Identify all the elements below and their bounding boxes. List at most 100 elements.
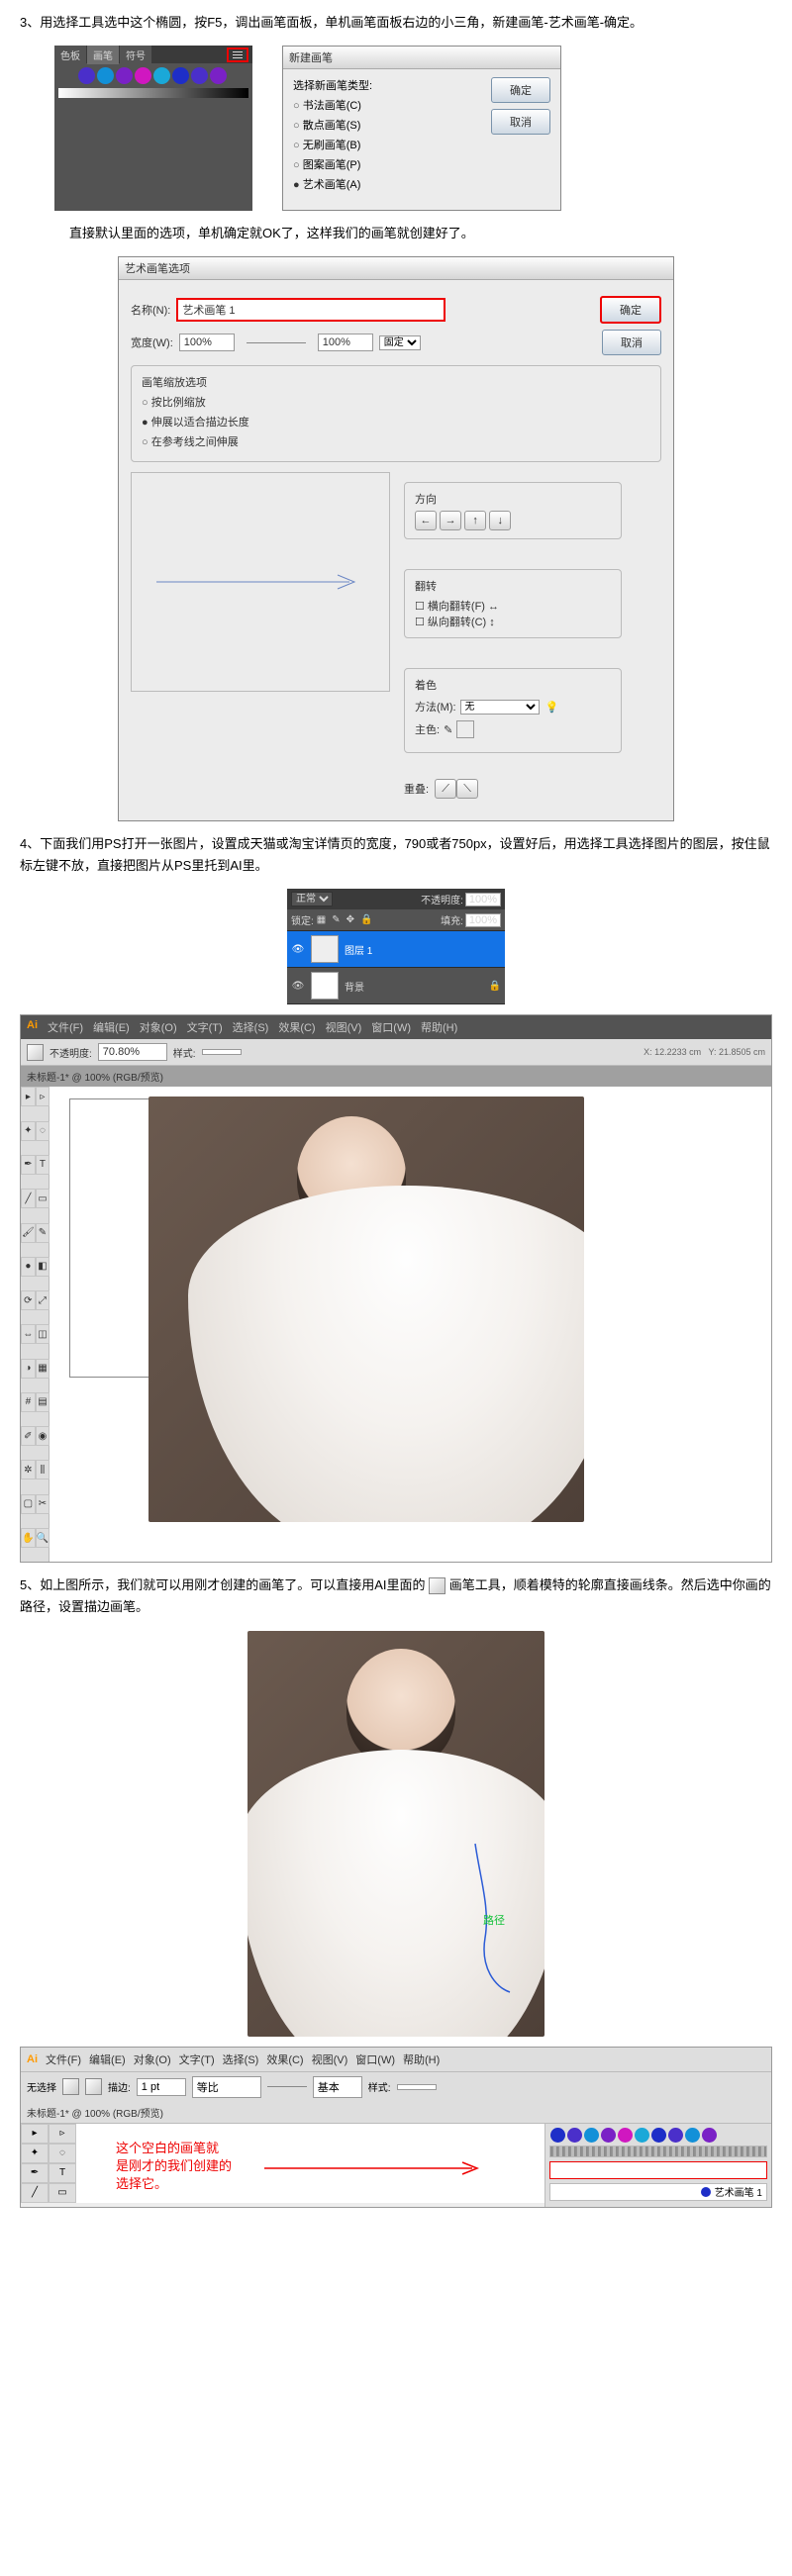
- mesh-tool-icon[interactable]: #: [21, 1392, 36, 1412]
- eyedropper-tool-icon[interactable]: ✐: [21, 1426, 36, 1446]
- dir-left-button[interactable]: ←: [415, 511, 437, 530]
- radio-stretch-guides[interactable]: 在参考线之间伸展: [142, 433, 650, 449]
- rotate-tool-icon[interactable]: ⟳: [21, 1290, 36, 1310]
- brush-swatch[interactable]: [567, 2128, 582, 2143]
- rect-tool-icon[interactable]: ▭: [49, 2183, 76, 2203]
- pen-tool-icon[interactable]: ✒: [21, 2163, 49, 2183]
- tab-brushes[interactable]: 画笔: [87, 46, 119, 64]
- brush-swatch[interactable]: [584, 2128, 599, 2143]
- gradient-tool-icon[interactable]: ▤: [36, 1392, 50, 1412]
- symbol-sprayer-tool-icon[interactable]: ✲: [21, 1460, 36, 1479]
- menu-select[interactable]: 选择(S): [233, 1019, 269, 1035]
- brush-swatch[interactable]: [153, 67, 170, 84]
- fill-input[interactable]: 100%: [465, 913, 501, 927]
- menu-edit[interactable]: 编辑(E): [93, 1019, 130, 1035]
- eraser-tool-icon[interactable]: ◧: [36, 1257, 50, 1277]
- brush-swatch[interactable]: [601, 2128, 616, 2143]
- pen-tool-icon[interactable]: ✒: [21, 1155, 36, 1175]
- brush-swatch[interactable]: [59, 67, 76, 84]
- tab-swatches[interactable]: 色板: [54, 46, 86, 64]
- type-tool-icon[interactable]: T: [49, 2163, 76, 2183]
- brush-def-dropdown[interactable]: 等比: [192, 2076, 261, 2098]
- dir-right-button[interactable]: →: [440, 511, 461, 530]
- flip-horizontal-checkbox[interactable]: 横向翻转(F): [415, 601, 485, 613]
- brush-name-input[interactable]: 艺术画笔 1: [176, 298, 446, 322]
- free-transform-tool-icon[interactable]: ◫: [36, 1324, 50, 1344]
- brush-name-row[interactable]: 艺术画笔 1: [549, 2183, 767, 2201]
- panel-menu-icon[interactable]: [227, 48, 248, 62]
- radio-scale-proportional[interactable]: 按比例缩放: [142, 394, 650, 410]
- perspective-tool-icon[interactable]: ▦: [36, 1359, 50, 1379]
- menu-help[interactable]: 帮助(H): [421, 1019, 457, 1035]
- overlap-option-1[interactable]: ⟋: [435, 779, 456, 799]
- width-slider[interactable]: [247, 342, 306, 343]
- zoom-tool-icon[interactable]: 🔍: [36, 1528, 50, 1548]
- brush-basic-dropdown[interactable]: 基本: [313, 2076, 362, 2098]
- selection-tool-icon[interactable]: ▸: [21, 1087, 36, 1106]
- pencil-tool-icon[interactable]: ✎: [36, 1223, 50, 1243]
- width-tool-icon[interactable]: ⇔: [21, 1324, 36, 1344]
- direct-select-tool-icon[interactable]: ▹: [49, 2124, 76, 2144]
- direct-select-tool-icon[interactable]: ▹: [36, 1087, 50, 1106]
- menu-window[interactable]: 窗口(W): [355, 2051, 395, 2067]
- radio-pattern[interactable]: 图案画笔(P): [293, 156, 372, 172]
- graph-tool-icon[interactable]: ⫼: [36, 1460, 50, 1479]
- artboard-tool-icon[interactable]: ▢: [21, 1494, 36, 1514]
- brush-swatch[interactable]: [135, 67, 151, 84]
- cancel-button[interactable]: 取消: [491, 109, 550, 135]
- document-tab[interactable]: 未标题-1* @ 100% (RGB/预览): [21, 1066, 771, 1087]
- brush-swatch[interactable]: [685, 2128, 700, 2143]
- ai-canvas[interactable]: [50, 1087, 771, 1562]
- visibility-icon[interactable]: 👁: [291, 944, 305, 955]
- menu-file[interactable]: 文件(F): [46, 2051, 81, 2067]
- document-tab-2[interactable]: 未标题-1* @ 100% (RGB/预览): [21, 2102, 771, 2124]
- visibility-icon[interactable]: 👁: [291, 981, 305, 992]
- menu-effect[interactable]: 效果(C): [266, 2051, 303, 2067]
- dir-down-button[interactable]: ↓: [489, 511, 511, 530]
- width-input-2[interactable]: 100%: [318, 334, 373, 351]
- width-mode-select[interactable]: 固定: [379, 335, 421, 350]
- blob-brush-tool-icon[interactable]: ●: [21, 1257, 36, 1277]
- brush-swatch[interactable]: [210, 67, 227, 84]
- menu-window[interactable]: 窗口(W): [371, 1019, 411, 1035]
- lasso-tool-icon[interactable]: ◌: [49, 2144, 76, 2163]
- menu-view[interactable]: 视图(V): [312, 2051, 348, 2067]
- scale-tool-icon[interactable]: ⤢: [36, 1290, 50, 1310]
- radio-art[interactable]: 艺术画笔(A): [293, 176, 372, 192]
- ok-button[interactable]: 确定: [491, 77, 550, 103]
- radio-stretch-fit[interactable]: 伸展以适合描边长度: [142, 414, 650, 429]
- type-tool-icon[interactable]: T: [36, 1155, 50, 1175]
- brush-swatch[interactable]: [78, 67, 95, 84]
- lock-transparency-icon[interactable]: ▦: [317, 914, 326, 925]
- slice-tool-icon[interactable]: ✂: [36, 1494, 50, 1514]
- radio-bristle[interactable]: 无刷画笔(B): [293, 137, 372, 152]
- brush-swatch[interactable]: [668, 2128, 683, 2143]
- lasso-tool-icon[interactable]: ◌: [36, 1121, 50, 1141]
- key-color-swatch[interactable]: [456, 720, 474, 738]
- magic-wand-tool-icon[interactable]: ✦: [21, 1121, 36, 1141]
- magic-wand-tool-icon[interactable]: ✦: [21, 2144, 49, 2163]
- menu-type[interactable]: 文字(T): [179, 2051, 215, 2067]
- brush-swatch[interactable]: [97, 67, 114, 84]
- menu-effect[interactable]: 效果(C): [278, 1019, 315, 1035]
- brush-swatch[interactable]: [618, 2128, 633, 2143]
- brush-swatch[interactable]: [702, 2128, 717, 2143]
- line-tool-icon[interactable]: ╱: [21, 2183, 49, 2203]
- lock-all-icon[interactable]: 🔒: [360, 914, 372, 925]
- layer-row[interactable]: 👁 背景 🔒: [287, 968, 505, 1004]
- hand-tool-icon[interactable]: ✋: [21, 1528, 36, 1548]
- stroke-weight-input[interactable]: 1 pt: [137, 2078, 186, 2096]
- menu-edit[interactable]: 编辑(E): [89, 2051, 126, 2067]
- menu-help[interactable]: 帮助(H): [403, 2051, 440, 2067]
- brush-swatch[interactable]: [116, 67, 133, 84]
- shape-builder-tool-icon[interactable]: ◑: [21, 1359, 36, 1379]
- lock-position-icon[interactable]: ✥: [346, 914, 354, 925]
- rect-tool-icon[interactable]: ▭: [36, 1189, 50, 1208]
- fill-swatch[interactable]: [62, 2078, 79, 2095]
- menu-view[interactable]: 视图(V): [326, 1019, 362, 1035]
- blend-mode-select[interactable]: 正常: [291, 892, 333, 906]
- opacity-input[interactable]: 100%: [465, 893, 501, 906]
- radio-calligraphic[interactable]: 书法画笔(C): [293, 97, 372, 113]
- style-dropdown[interactable]: [397, 2084, 437, 2090]
- blend-tool-icon[interactable]: ◉: [36, 1426, 50, 1446]
